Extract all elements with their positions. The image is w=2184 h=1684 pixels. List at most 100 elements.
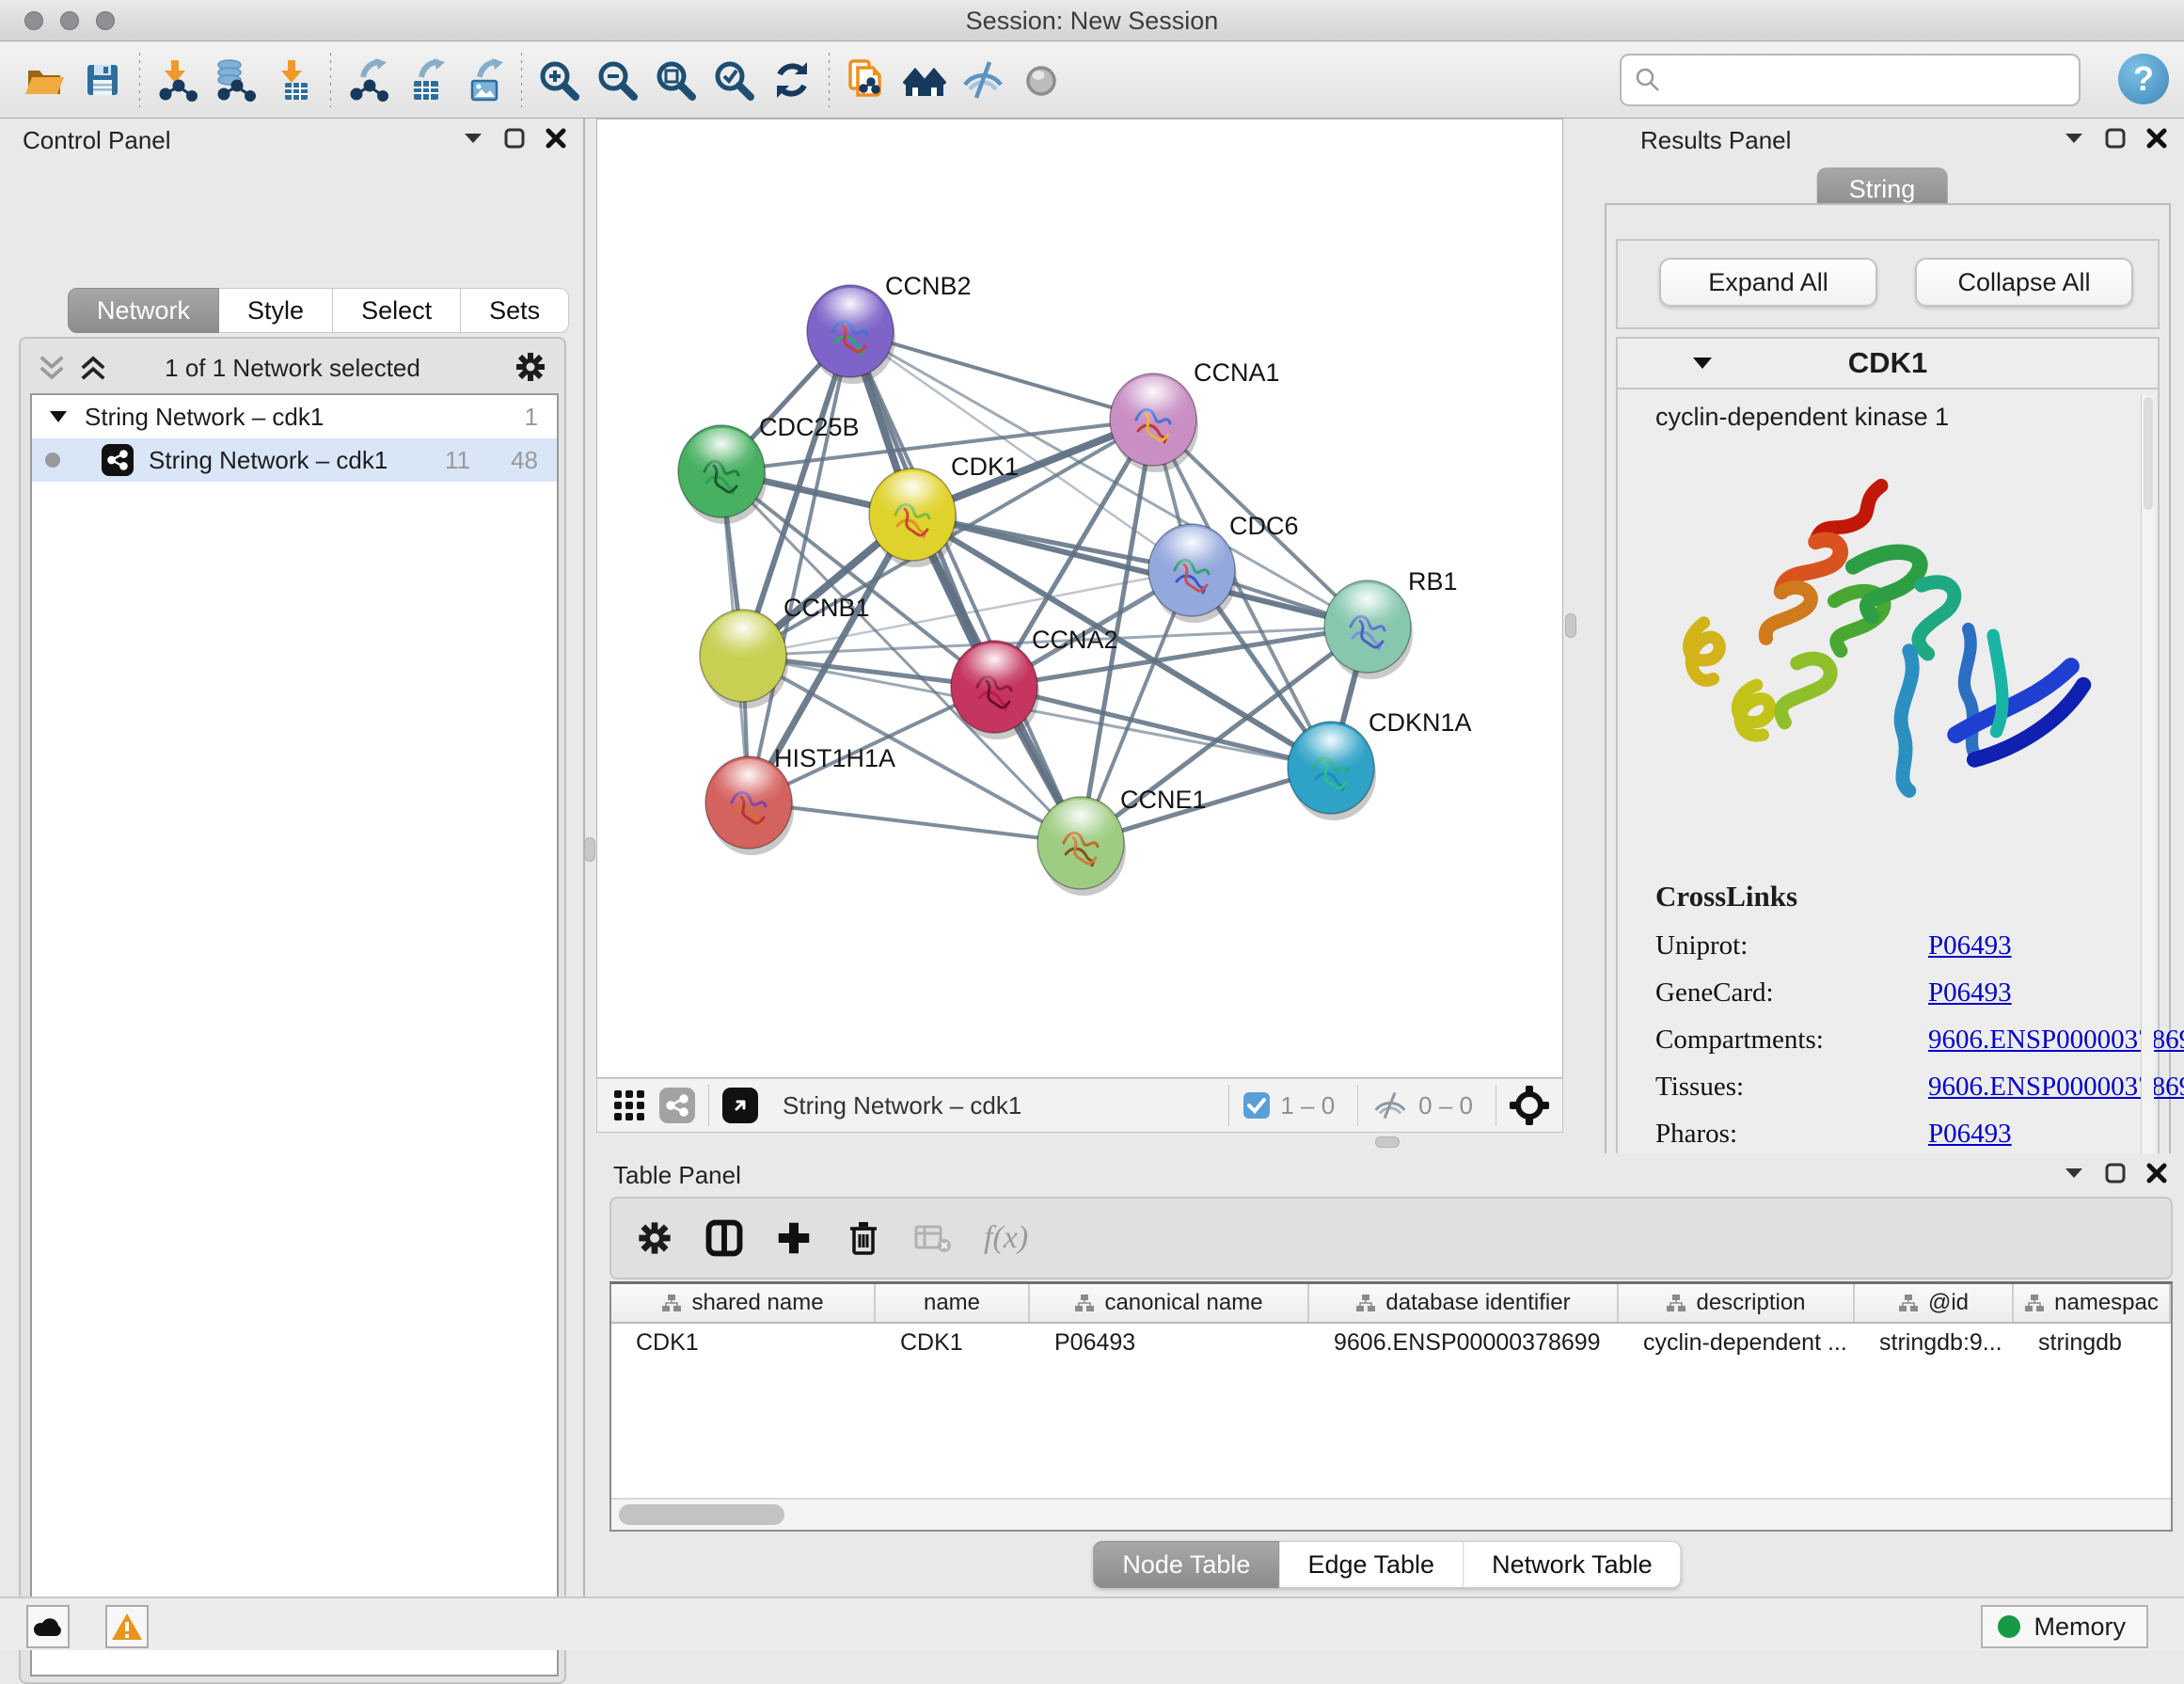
zoom-in-button[interactable] <box>530 52 588 108</box>
crosslink-label: Tissues: <box>1655 1072 1928 1103</box>
node-table[interactable]: shared namenamecanonical namedatabase id… <box>609 1281 2173 1532</box>
toolbar-separator <box>139 53 140 107</box>
table-cell: 9606.ENSP00000378699 <box>1309 1324 1619 1365</box>
panel-maximize-icon[interactable] <box>504 128 525 149</box>
highlight-button[interactable] <box>1012 52 1070 108</box>
column-header-name[interactable]: name <box>876 1284 1030 1322</box>
cloud-icon <box>32 1615 64 1638</box>
network-node-CCNB2[interactable]: CCNB2 <box>807 272 972 384</box>
network-tree-row[interactable]: String Network – cdk11 <box>32 395 557 438</box>
search-input[interactable] <box>1661 65 2056 96</box>
network-node-RB1[interactable]: RB1 <box>1324 567 1458 679</box>
zoom-selected-button[interactable] <box>704 52 763 108</box>
node-label-RB1: RB1 <box>1408 567 1458 596</box>
export-network-icon <box>346 58 389 102</box>
tab-select[interactable]: Select <box>333 288 461 333</box>
column-header--id[interactable]: @id <box>1855 1284 2014 1322</box>
cloud-button[interactable] <box>26 1605 70 1648</box>
save-session-button[interactable] <box>73 52 132 108</box>
selected-checkbox-icon[interactable] <box>1242 1091 1271 1120</box>
main-toolbar: ? <box>0 42 2184 119</box>
tab-network-table[interactable]: Network Table <box>1464 1541 1682 1588</box>
import-network-from-file-button[interactable] <box>148 52 206 108</box>
add-column-icon[interactable] <box>775 1219 813 1257</box>
import-table-from-file-button[interactable] <box>264 52 323 108</box>
network-node-CDKN1A[interactable]: CDKN1A <box>1288 708 1472 820</box>
tree-expander-icon[interactable] <box>49 410 68 423</box>
orb-icon <box>1020 58 1063 102</box>
network-node-CCNA1[interactable]: CCNA1 <box>1110 358 1280 472</box>
column-header-database-identifier[interactable]: database identifier <box>1309 1284 1619 1322</box>
panel-close-icon[interactable] <box>2146 1163 2167 1184</box>
crosslink-link[interactable]: P06493 <box>1928 930 2012 961</box>
panel-maximize-icon[interactable] <box>2105 1163 2126 1184</box>
import-network-from-database-button[interactable] <box>206 52 264 108</box>
node-label-HIST1H1A: HIST1H1A <box>774 744 895 772</box>
panel-maximize-icon[interactable] <box>2105 128 2126 149</box>
panel-float-icon[interactable] <box>463 132 483 145</box>
crosslink-row: GeneCard:P06493 <box>1655 977 2184 1009</box>
delete-column-trash-icon[interactable] <box>845 1219 882 1257</box>
network-node-CCNE1[interactable]: CCNE1 <box>1037 786 1207 896</box>
birds-eye-view-icon[interactable] <box>722 1088 758 1123</box>
table-panel-title: Table Panel <box>613 1161 741 1190</box>
results-scrollbar[interactable] <box>2141 395 2154 1176</box>
zoom-out-button[interactable] <box>588 52 646 108</box>
collection-count: 1 <box>525 403 538 432</box>
network-share-view-icon[interactable] <box>659 1088 695 1123</box>
string-home-button[interactable] <box>895 52 954 108</box>
right-splitter-handle[interactable] <box>1565 613 1576 638</box>
export-network-button[interactable] <box>339 52 397 108</box>
help-button[interactable]: ? <box>2118 54 2169 104</box>
node-label-CDC25B: CDC25B <box>759 413 860 441</box>
network-label: String Network – cdk1 <box>149 446 388 475</box>
string-import-button[interactable] <box>837 52 895 108</box>
table-settings-gear-icon[interactable] <box>636 1219 673 1257</box>
node-label-CCNB2: CCNB2 <box>885 272 972 300</box>
left-splitter-handle[interactable] <box>584 837 595 862</box>
column-header-canonical-name[interactable]: canonical name <box>1030 1284 1309 1322</box>
column-header-namespac[interactable]: namespac <box>2014 1284 2171 1322</box>
column-header-shared-name[interactable]: shared name <box>611 1284 876 1322</box>
gear-icon[interactable] <box>514 350 547 384</box>
zoom-fit-button[interactable] <box>646 52 704 108</box>
tab-network[interactable]: Network <box>68 288 219 333</box>
tab-node-table[interactable]: Node Table <box>1093 1541 1279 1588</box>
network-node-HIST1H1A[interactable]: HIST1H1A <box>705 744 895 855</box>
panel-close-icon[interactable] <box>546 128 566 149</box>
panel-close-icon[interactable] <box>2146 128 2167 149</box>
network-view-toolbar: String Network – cdk1 1 – 0 0 – 0 <box>596 1078 1563 1133</box>
zoom-selected-icon <box>712 58 755 102</box>
grid-view-icon[interactable] <box>612 1088 646 1122</box>
export-table-icon <box>404 58 448 102</box>
fit-selected-crosshair-icon[interactable] <box>1510 1086 1549 1125</box>
export-image-button[interactable] <box>455 52 514 108</box>
crosslink-link[interactable]: P06493 <box>1928 977 2012 1009</box>
search-icon <box>1635 67 1661 93</box>
control-panel-title: Control Panel <box>23 126 171 155</box>
collapse-all-button[interactable]: Collapse All <box>1915 258 2133 307</box>
horizontal-splitter-handle[interactable] <box>1375 1136 1400 1148</box>
tab-edge-table[interactable]: Edge Table <box>1279 1541 1464 1588</box>
export-table-button[interactable] <box>397 52 455 108</box>
tab-style[interactable]: Style <box>219 288 333 333</box>
show-columns-icon[interactable] <box>705 1219 743 1257</box>
panel-float-icon[interactable] <box>2064 1167 2084 1180</box>
network-status-dot <box>45 453 60 468</box>
table-horizontal-scrollbar[interactable] <box>611 1498 2171 1530</box>
selected-node-edge-count: 1 – 0 <box>1280 1091 1335 1120</box>
network-tree-row[interactable]: String Network – cdk11148 <box>32 438 557 482</box>
panel-float-icon[interactable] <box>2064 132 2084 145</box>
result-protein-description: cyclin-dependent kinase 1 <box>1618 389 2158 432</box>
hide-unhide-button[interactable] <box>954 52 1012 108</box>
memory-button[interactable]: Memory <box>1981 1605 2148 1648</box>
tab-sets[interactable]: Sets <box>461 288 569 333</box>
column-header-description[interactable]: description <box>1619 1284 1855 1322</box>
network-canvas[interactable]: CCNB2CCNA1CDC25BCDK1CDC6RB1CCNB1CCNA2CDK… <box>596 119 1563 1078</box>
refresh-button[interactable] <box>763 52 821 108</box>
open-session-button[interactable] <box>15 52 73 108</box>
warnings-button[interactable] <box>105 1605 149 1648</box>
expand-all-button[interactable]: Expand All <box>1659 258 1877 307</box>
crosslink-link[interactable]: P06493 <box>1928 1119 2012 1150</box>
table-row[interactable]: CDK1CDK1P064939606.ENSP00000378699cyclin… <box>611 1324 2171 1365</box>
